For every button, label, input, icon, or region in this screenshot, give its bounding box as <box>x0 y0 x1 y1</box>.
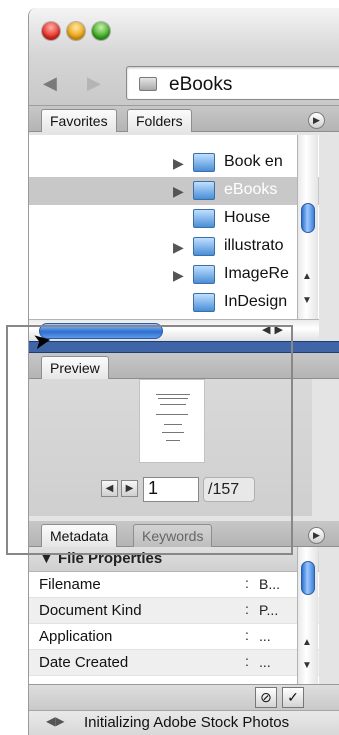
scroll-up-arrow-icon[interactable]: ▲ <box>302 637 312 648</box>
tree-item-label: House <box>224 209 271 226</box>
toolbar: ◀ ▶ eBooks <box>29 54 339 106</box>
tree-item-label: InDesign <box>224 293 288 310</box>
tree-item-label: eBooks <box>224 181 278 198</box>
cancel-icon[interactable]: ⊘ <box>255 687 277 708</box>
disclosure-triangle-icon[interactable]: ▶ <box>173 267 184 284</box>
metadata-scrollbar[interactable]: ▲ ▼ <box>297 547 318 684</box>
scroll-thumb[interactable] <box>301 561 315 595</box>
folder-icon <box>139 77 157 91</box>
metadata-rows: Filename : B... Document Kind : P... App… <box>29 572 319 684</box>
disclosure-triangle-icon[interactable]: ▶ <box>173 239 184 256</box>
metadata-value: B... <box>259 576 281 592</box>
panel-menu-icon[interactable]: ▶ <box>308 112 325 129</box>
tree-item[interactable]: ▶ illustrato <box>29 233 319 261</box>
tree-item[interactable]: InDesign <box>29 289 319 317</box>
path-label: eBooks <box>169 74 233 95</box>
metadata-key: Document Kind <box>39 602 142 619</box>
folder-icon <box>193 181 215 200</box>
tab-label: Favorites <box>50 113 108 129</box>
folder-icon <box>193 209 215 228</box>
metadata-colon: : <box>245 601 249 617</box>
folder-icon <box>193 265 215 284</box>
metadata-colon: : <box>245 653 249 669</box>
folder-tree-scrollbar[interactable]: ▲ ▼ <box>297 135 318 319</box>
metadata-row: Application : ... <box>29 624 319 650</box>
scroll-thumb[interactable] <box>301 203 315 233</box>
scroll-down-arrow-icon[interactable]: ▼ <box>302 660 312 671</box>
folder-icon <box>193 237 215 256</box>
back-arrow-icon[interactable]: ◀ <box>43 73 57 94</box>
metadata-key: Application <box>39 628 113 645</box>
metadata-colon: : <box>245 627 249 643</box>
tree-item[interactable]: ▶ Book en <box>29 149 319 177</box>
forward-arrow-icon[interactable]: ▶ <box>87 73 101 94</box>
panel-menu-icon[interactable]: ▶ <box>308 527 325 544</box>
status-arrows-icon[interactable]: ◀▶ <box>46 714 64 728</box>
scroll-down-arrow-icon[interactable]: ▼ <box>302 295 312 306</box>
tree-item[interactable]: House <box>29 205 319 233</box>
metadata-value: ... <box>259 654 271 670</box>
tree-item-selected[interactable]: ▶ eBooks <box>29 177 319 205</box>
tree-item-label: Book en <box>224 153 283 170</box>
zoom-button[interactable] <box>92 22 110 40</box>
title-bar <box>29 8 339 54</box>
folder-icon <box>193 293 215 312</box>
disclosure-triangle-icon[interactable]: ▶ <box>173 155 184 172</box>
status-text: Initializing Adobe Stock Photos <box>84 714 290 731</box>
tree-item[interactable]: ▶ ImageRe <box>29 261 319 289</box>
status-bar: ◀▶ Initializing Adobe Stock Photos <box>29 710 339 735</box>
metadata-key: Date Created <box>39 654 129 671</box>
metadata-value: P... <box>259 602 279 618</box>
close-button[interactable] <box>42 22 60 40</box>
metadata-row: Document Kind : P... <box>29 598 319 624</box>
scroll-up-arrow-icon[interactable]: ▲ <box>302 271 312 282</box>
tab-label: Folders <box>136 113 183 129</box>
apply-check-icon[interactable]: ✓ <box>282 687 304 708</box>
path-dropdown[interactable]: eBooks <box>126 66 339 100</box>
folder-tree: ▶ Book en ▶ eBooks House ▶ illustrato ▶ … <box>29 135 319 319</box>
metadata-key: Filename <box>39 576 101 593</box>
tree-item-label: ImageRe <box>224 265 289 282</box>
metadata-row: Filename : B... <box>29 572 319 598</box>
metadata-footer: ⊘ ✓ <box>29 684 339 710</box>
tree-item-label: illustrato <box>224 237 284 254</box>
panel-drag-outline <box>6 325 293 555</box>
folder-icon <box>193 153 215 172</box>
disclosure-triangle-icon[interactable]: ▶ <box>173 183 184 200</box>
minimize-button[interactable] <box>67 22 85 40</box>
metadata-value: ... <box>259 628 271 644</box>
metadata-row: Date Created : ... <box>29 650 319 676</box>
metadata-panel: ▼ File Properties Filename : B... Docume… <box>29 547 319 684</box>
tab-folders[interactable]: Folders <box>127 109 192 132</box>
tab-favorites[interactable]: Favorites <box>41 109 117 132</box>
folders-tabstrip: Favorites Folders ▶ <box>29 106 339 132</box>
metadata-colon: : <box>245 575 249 591</box>
